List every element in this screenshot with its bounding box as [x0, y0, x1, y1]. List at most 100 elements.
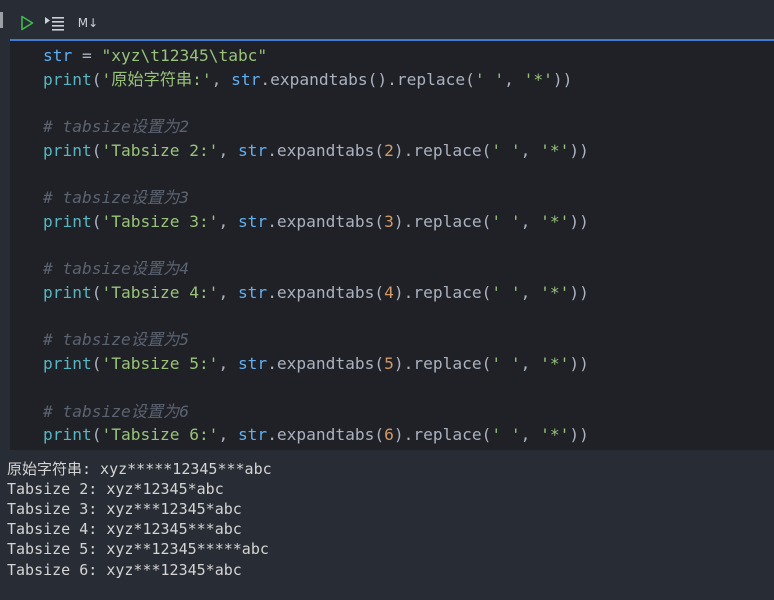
code-token: , [520, 283, 541, 302]
code-token: print [43, 354, 92, 374]
code-token: )) [569, 283, 589, 302]
code-token: '*' [540, 140, 570, 160]
code-line: print('原始字符串:', str.expandtabs().replace… [43, 69, 572, 91]
run-by-line-icon [45, 17, 64, 31]
output-line: Tabsize 2: xyz*12345*abc [7, 480, 224, 499]
code-token: str [43, 46, 73, 65]
code-token: 2 [384, 140, 394, 160]
code-token: print [43, 211, 92, 231]
code-comment-line: # tabsize设置为4 [43, 258, 189, 280]
code-token: 'Tabsize 2:' [101, 140, 219, 160]
cell-side-marker [0, 12, 3, 28]
code-comment-line: # tabsize设置为5 [43, 329, 189, 351]
code-token: # tabsize设置为4 [43, 259, 190, 279]
code-token: str [237, 211, 268, 231]
code-token: , [520, 425, 541, 445]
code-token: .expandtabs( [267, 354, 385, 374]
code-token: , [504, 69, 524, 89]
code-token: , [520, 211, 541, 231]
code-token: )) [569, 211, 589, 231]
code-token: 'Tabsize 4:' [101, 283, 219, 302]
code-token: , [218, 211, 238, 231]
code-token: , [520, 354, 541, 374]
code-token: '*' [540, 283, 570, 302]
code-token: ).replace( [393, 425, 492, 445]
code-token: # tabsize设置为2 [43, 117, 190, 137]
code-token: str [237, 140, 268, 160]
code-token: .expandtabs().replace( [260, 69, 475, 89]
code-token: str [237, 425, 268, 445]
code-token: '*' [540, 425, 570, 445]
cell-toolbar: M↓ [10, 6, 774, 39]
code-token: ' ' [491, 425, 521, 445]
code-line: print('Tabsize 3:', str.expandtabs(3).re… [43, 211, 589, 233]
code-token: ).replace( [393, 140, 492, 160]
code-token: print [43, 140, 92, 160]
code-token: "xyz\t12345\tabc" [101, 46, 268, 65]
code-line: print('Tabsize 4:', str.expandtabs(4).re… [43, 282, 589, 304]
code-token: , [520, 140, 541, 160]
code-line: print('Tabsize 6:', str.expandtabs(6).re… [43, 424, 589, 446]
code-token: ' ' [491, 354, 521, 374]
code-token: ' ' [491, 140, 521, 160]
code-token: print [43, 425, 92, 445]
code-token: str [231, 69, 261, 89]
code-line: print('Tabsize 5:', str.expandtabs(5).re… [43, 353, 589, 375]
code-token: 3 [384, 211, 394, 231]
code-token: ' ' [474, 69, 505, 89]
code-token: .expandtabs( [267, 211, 385, 231]
code-token: '原始字符串:' [101, 69, 212, 89]
output-line: Tabsize 3: xyz***12345*abc [7, 500, 242, 519]
run-by-line-button[interactable] [43, 14, 67, 32]
output-line: Tabsize 4: xyz*12345***abc [7, 520, 242, 539]
code-token: # tabsize设置为5 [43, 330, 190, 350]
code-token: .expandtabs( [267, 425, 385, 445]
code-token: , [218, 140, 238, 160]
code-comment-line: # tabsize设置为2 [43, 116, 189, 138]
code-line: print('Tabsize 2:', str.expandtabs(2).re… [43, 140, 589, 162]
code-line: str = "xyz\t12345\tabc" [43, 45, 267, 67]
code-comment-line: # tabsize设置为6 [43, 401, 189, 423]
code-token: .expandtabs( [267, 140, 385, 160]
code-token: )) [569, 354, 589, 374]
code-token: = [72, 46, 102, 65]
code-token: , [211, 69, 232, 89]
code-token: str [237, 354, 268, 374]
markdown-label: M↓ [77, 16, 99, 30]
code-token: ' ' [491, 283, 521, 302]
code-token: 4 [384, 283, 394, 302]
code-token: # tabsize设置为6 [43, 401, 190, 421]
code-token: , [218, 425, 238, 445]
play-icon [21, 15, 34, 31]
code-token: print [43, 69, 92, 89]
code-token: '*' [540, 211, 570, 231]
code-token: 'Tabsize 3:' [101, 211, 219, 231]
code-token: , [218, 354, 238, 374]
code-token: 'Tabsize 5:' [101, 354, 219, 374]
code-token: 'Tabsize 6:' [101, 425, 219, 445]
notebook-page: M↓ str = "xyz\t12345\tabc" print('原始字符串:'… [0, 0, 774, 600]
code-token: ).replace( [393, 354, 492, 374]
code-token: .expandtabs( [267, 283, 385, 302]
code-token: ' ' [491, 211, 521, 231]
code-token: '*' [540, 354, 570, 374]
cell-output: 原始字符串: xyz*****12345***abc Tabsize 2: xyz… [0, 452, 774, 600]
output-line: Tabsize 6: xyz***12345*abc [7, 560, 242, 579]
code-token: 6 [384, 425, 394, 445]
code-token: , [218, 283, 238, 302]
code-token: )) [569, 425, 589, 445]
code-comment-line: # tabsize设置为3 [43, 187, 189, 209]
run-cell-button[interactable] [18, 14, 36, 32]
markdown-button[interactable]: M↓ [74, 14, 102, 32]
code-token: print [43, 283, 92, 302]
code-editor[interactable]: str = "xyz\t12345\tabc" print('原始字符串:', s… [10, 41, 774, 450]
code-token: ).replace( [393, 211, 492, 231]
code-token: )) [552, 69, 573, 89]
code-token: 5 [384, 354, 394, 374]
code-token: ).replace( [393, 283, 492, 302]
output-line: Tabsize 5: xyz**12345*****abc [7, 540, 269, 559]
code-token: )) [569, 140, 589, 160]
code-token: str [237, 283, 268, 302]
code-token: '*' [523, 69, 553, 89]
output-line: 原始字符串: xyz*****12345***abc [7, 460, 272, 478]
